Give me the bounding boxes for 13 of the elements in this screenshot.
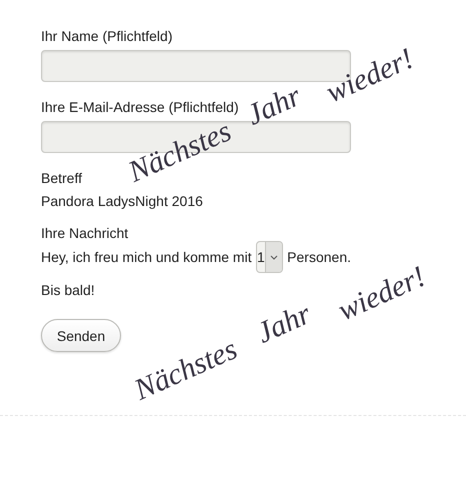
subject-text: Pandora LadysNight 2016 [41, 192, 203, 210]
message-label: Ihre Nachricht [41, 224, 128, 242]
field-label: Ihr Name (Pflichtfeld) [41, 27, 172, 45]
closing-text: Bis bald! [41, 281, 95, 299]
script-overlay-word: Jahr [242, 81, 306, 131]
field-label: Ihre E-Mail-Adresse (Pflichtfeld) [41, 98, 239, 116]
message-text: Personen. [287, 249, 351, 265]
script-overlay-word: Jahr [252, 299, 316, 349]
chevron-down-icon [270, 254, 278, 260]
subject-label: Betreff [41, 169, 82, 187]
send-button[interactable]: Senden [41, 319, 121, 352]
count-select[interactable]: 1 [256, 241, 284, 273]
message-text: Hey, ich freu mich und komme mit [41, 249, 252, 265]
